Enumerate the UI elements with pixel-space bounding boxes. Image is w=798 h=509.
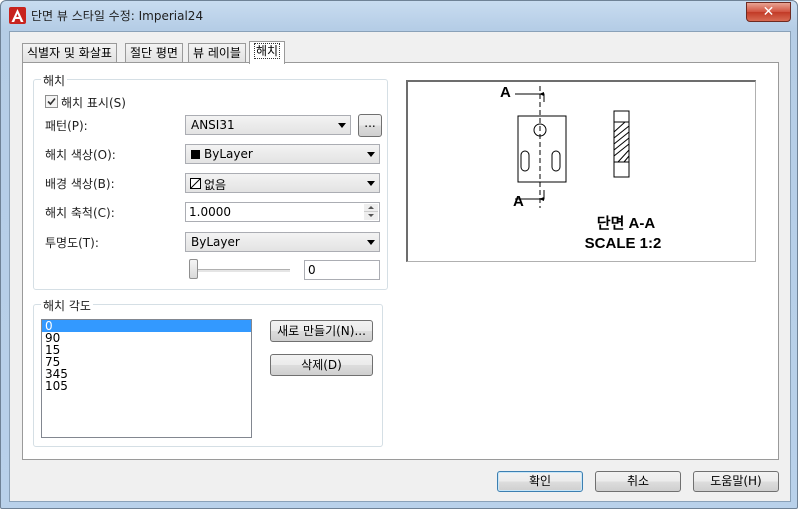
section-label-bottom: A [513,193,524,210]
bg-color-combo[interactable]: 없음 [185,173,380,193]
angle-list-item[interactable]: 0 [42,320,251,332]
no-color-icon [190,178,201,189]
preview-caption-title: 단면 A-A [597,215,656,232]
tab-cutting-plane[interactable]: 절단 평면 [125,43,183,63]
angle-list-item[interactable]: 15 [42,344,251,356]
hatch-color-combo[interactable]: ByLayer [185,144,380,164]
bg-color-label: 배경 색상(B): [45,177,115,191]
tab-identifiers-arrows[interactable]: 식별자 및 화살표 [22,43,117,63]
slider-track [191,269,290,272]
scale-spinner[interactable] [364,204,378,220]
hatch-group: 해치 해치 표시(S) 패턴(P): ANSI31 ... 해치 색상(O): … [33,72,388,290]
ok-button[interactable]: 확인 [497,471,583,492]
pattern-combo[interactable]: ANSI31 [185,115,351,135]
spin-down-icon[interactable] [364,212,378,220]
chevron-down-icon [338,123,346,128]
hatch-color-label: 해치 색상(O): [45,148,116,162]
transparency-value: ByLayer [191,235,240,249]
preview-caption-scale: SCALE 1:2 [585,235,662,252]
hatch-scale-input[interactable]: 1.0000 [185,202,380,222]
new-angle-button[interactable]: 새로 만들기(N)... [270,320,373,342]
transparency-label: 투명도(T): [45,236,99,250]
dialog-client: 식별자 및 화살표 절단 평면 뷰 레이블 해치 해치 해치 표시(S) 패턴(… [9,31,791,502]
chevron-down-icon [367,152,375,157]
transparency-combo[interactable]: ByLayer [185,232,380,252]
tab-hatch-label: 해치 [254,43,281,59]
bg-color-value: 없음 [204,178,227,192]
hatch-angle-group: 해치 각도 0 90 15 75 345 105 새로 만들기(N)... 삭제(D) [33,297,383,447]
hatch-color-value: ByLayer [204,147,253,161]
section-view-preview: A A 단면 A-A SCALE 1:2 [500,84,662,252]
delete-angle-button[interactable]: 삭제(D) [270,354,373,376]
chevron-down-icon [367,181,375,186]
close-button[interactable]: ✕ [746,2,791,22]
tab-hatch[interactable]: 해치 [249,41,286,64]
preview-panel: A A 단면 A-A SCALE 1:2 [406,80,756,262]
section-label-top: A [500,84,511,101]
slider-thumb[interactable] [189,259,198,279]
autocad-app-icon [9,7,26,24]
hatch-scale-label: 해치 축척(C): [45,206,115,220]
transparency-value-input[interactable]: 0 [304,260,380,280]
color-swatch-icon [191,150,200,159]
pattern-browse-button[interactable]: ... [358,114,382,137]
window-title: 단면 뷰 스타일 수정: Imperial24 [31,9,204,23]
pattern-label: 패턴(P): [45,119,88,133]
title-bar[interactable]: 단면 뷰 스타일 수정: Imperial24 ✕ [1,1,797,29]
hatch-angle-group-title: 해치 각도 [41,297,93,314]
show-hatch-checkbox[interactable] [45,95,58,108]
hatch-scale-value: 1.0000 [189,205,231,219]
hatch-angle-list[interactable]: 0 90 15 75 345 105 [41,319,252,438]
angle-list-item[interactable]: 90 [42,332,251,344]
chevron-down-icon [367,240,375,245]
front-view-outline [517,115,567,183]
slot-left [520,150,530,172]
slot-right [551,150,561,172]
spin-up-icon[interactable] [364,204,378,212]
cancel-button[interactable]: 취소 [595,471,681,492]
dialog-window: 단면 뷰 스타일 수정: Imperial24 ✕ 식별자 및 화살표 절단 평… [0,0,798,509]
hatch-pattern [613,121,630,163]
help-button[interactable]: 도움말(H) [693,471,779,492]
hatch-tab-panel: 해치 해치 표시(S) 패턴(P): ANSI31 ... 해치 색상(O): … [22,62,779,460]
hatch-group-title: 해치 [41,72,68,89]
angle-list-item[interactable]: 75 [42,356,251,368]
angle-list-item[interactable]: 345 [42,368,251,380]
tab-view-label[interactable]: 뷰 레이블 [188,43,246,63]
checkmark-icon [47,97,56,106]
pattern-value: ANSI31 [191,118,235,132]
transparency-slider[interactable] [189,259,292,281]
transparency-slider-value: 0 [308,263,316,277]
angle-list-item[interactable]: 105 [42,380,251,392]
show-hatch-label[interactable]: 해치 표시(S) [61,94,126,111]
